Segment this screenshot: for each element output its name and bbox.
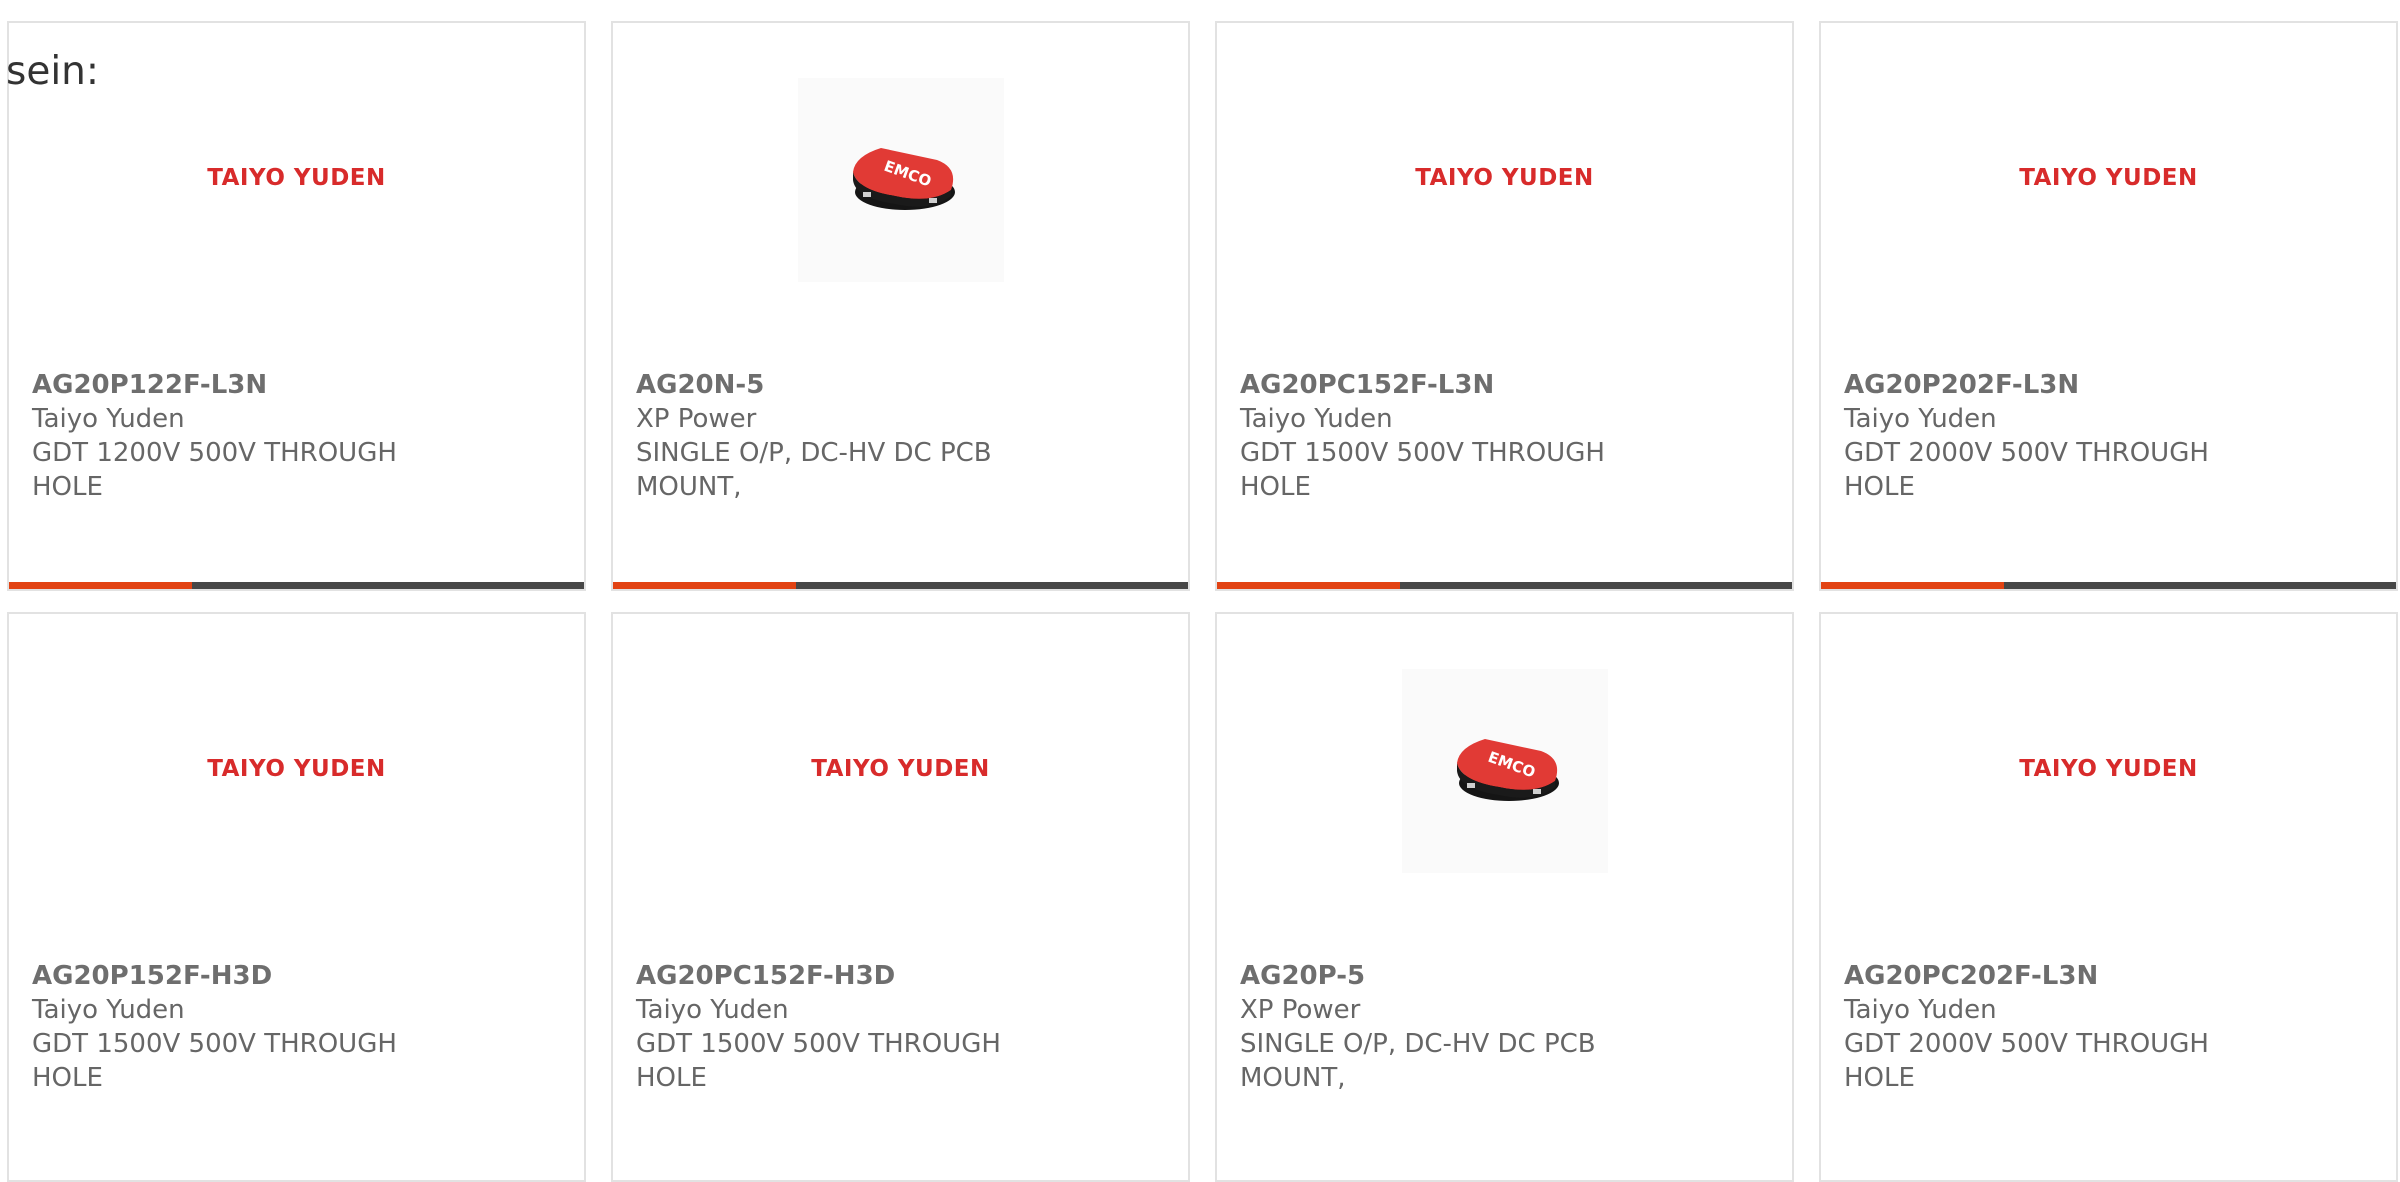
card-bottom-bar: [613, 582, 1188, 589]
card-accent-bar: [1821, 582, 2004, 589]
product-image[interactable]: EMCO: [613, 23, 1188, 353]
taiyo-yuden-logo: TAIYO YUDEN: [2019, 756, 2198, 782]
part-number-link[interactable]: AG20PC152F-L3N: [1240, 368, 1772, 402]
product-image[interactable]: TAIYO YUDEN: [613, 614, 1188, 944]
taiyo-yuden-logo: TAIYO YUDEN: [1415, 165, 1594, 191]
product-card[interactable]: TAIYO YUDEN AG20PC202F-L3N Taiyo Yuden G…: [1819, 612, 2398, 1182]
product-image[interactable]: TAIYO YUDEN: [1821, 23, 2396, 353]
product-description: GDT 1500V 500V THROUGH HOLE: [32, 1029, 397, 1093]
part-number-link[interactable]: AG20P122F-L3N: [32, 368, 564, 402]
manufacturer-name: Taiyo Yuden: [1844, 404, 1997, 434]
manufacturer-name: Taiyo Yuden: [32, 404, 185, 434]
product-card[interactable]: EMCO AG20N-5 XP Power SINGLE O/P, DC-HV …: [611, 21, 1190, 591]
manufacturer-name: Taiyo Yuden: [636, 995, 789, 1025]
card-bottom-bar: [9, 582, 584, 589]
part-number-link[interactable]: AG20N-5: [636, 368, 1168, 402]
intro-text: sein:: [6, 49, 100, 94]
card-bottom-bar: [1821, 582, 2396, 589]
product-description: SINGLE O/P, DC-HV DC PCB MOUNT,: [636, 438, 992, 502]
product-image[interactable]: TAIYO YUDEN: [9, 614, 584, 944]
product-card[interactable]: TAIYO YUDEN AG20P152F-H3D Taiyo Yuden GD…: [7, 612, 586, 1182]
manufacturer-name: XP Power: [636, 404, 757, 434]
product-description: SINGLE O/P, DC-HV DC PCB MOUNT,: [1240, 1029, 1596, 1093]
product-image[interactable]: TAIYO YUDEN: [1821, 614, 2396, 944]
part-number-link[interactable]: AG20P152F-H3D: [32, 959, 564, 993]
manufacturer-name: XP Power: [1240, 995, 1361, 1025]
product-description: GDT 1500V 500V THROUGH HOLE: [636, 1029, 1001, 1093]
product-description: GDT 2000V 500V THROUGH HOLE: [1844, 1029, 2209, 1093]
manufacturer-name: Taiyo Yuden: [32, 995, 185, 1025]
product-description: GDT 2000V 500V THROUGH HOLE: [1844, 438, 2209, 502]
manufacturer-name: Taiyo Yuden: [1240, 404, 1393, 434]
manufacturer-name: Taiyo Yuden: [1844, 995, 1997, 1025]
part-number-link[interactable]: AG20PC152F-H3D: [636, 959, 1168, 993]
product-card[interactable]: TAIYO YUDEN AG20P202F-L3N Taiyo Yuden GD…: [1819, 21, 2398, 591]
taiyo-yuden-logo: TAIYO YUDEN: [207, 756, 386, 782]
taiyo-yuden-logo: TAIYO YUDEN: [207, 165, 386, 191]
part-number-link[interactable]: AG20P202F-L3N: [1844, 368, 2376, 402]
product-card[interactable]: EMCO AG20P-5 XP Power SINGLE O/P, DC-HV …: [1215, 612, 1794, 1182]
emco-module-photo: EMCO: [797, 78, 1004, 282]
part-number-link[interactable]: AG20PC202F-L3N: [1844, 959, 2376, 993]
taiyo-yuden-logo: TAIYO YUDEN: [811, 756, 990, 782]
product-card[interactable]: TAIYO YUDEN AG20PC152F-L3N Taiyo Yuden G…: [1215, 21, 1794, 591]
card-bottom-bar: [1217, 582, 1792, 589]
part-number-link[interactable]: AG20P-5: [1240, 959, 1772, 993]
product-description: GDT 1200V 500V THROUGH HOLE: [32, 438, 397, 502]
product-image[interactable]: TAIYO YUDEN: [1217, 23, 1792, 353]
card-accent-bar: [1217, 582, 1400, 589]
product-image[interactable]: EMCO: [1217, 614, 1792, 944]
product-card[interactable]: TAIYO YUDEN AG20PC152F-H3D Taiyo Yuden G…: [611, 612, 1190, 1182]
product-description: GDT 1500V 500V THROUGH HOLE: [1240, 438, 1605, 502]
card-accent-bar: [9, 582, 192, 589]
taiyo-yuden-logo: TAIYO YUDEN: [2019, 165, 2198, 191]
emco-module-photo: EMCO: [1401, 669, 1608, 873]
card-accent-bar: [613, 582, 796, 589]
product-card[interactable]: TAIYO YUDEN AG20P122F-L3N Taiyo Yuden GD…: [7, 21, 586, 591]
product-grid: TAIYO YUDEN AG20P122F-L3N Taiyo Yuden GD…: [0, 0, 2400, 1182]
